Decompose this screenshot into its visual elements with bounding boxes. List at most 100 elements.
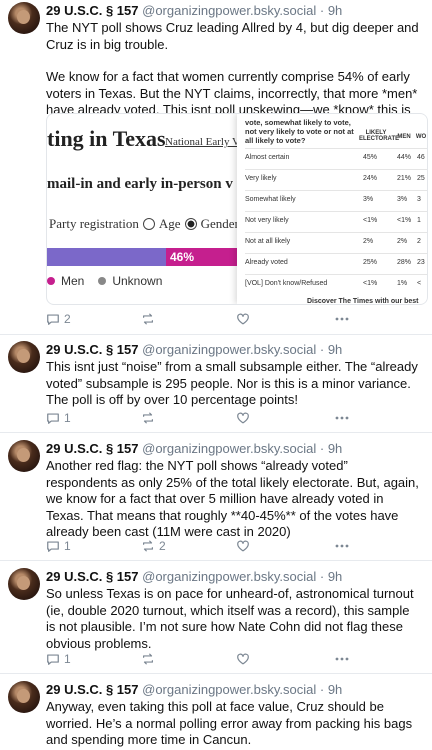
legend-label: Unknown (112, 274, 163, 288)
row-value: 28% (397, 259, 412, 266)
heart-icon (237, 653, 249, 665)
timestamp[interactable]: 9h (328, 569, 342, 584)
author-handle[interactable]: @organizingpower.bsky.social (142, 441, 316, 456)
author-handle[interactable]: @organizingpower.bsky.social (142, 342, 316, 357)
reply-button[interactable]: 1 (46, 538, 71, 554)
timestamp[interactable]: 9h (328, 342, 342, 357)
post-actions: 1 (46, 651, 406, 667)
post-paragraph: The NYT poll shows Cruz leading Allred b… (46, 20, 419, 52)
like-button[interactable] (236, 651, 250, 667)
separator: · (319, 342, 325, 357)
reply-count: 1 (64, 652, 71, 666)
avatar[interactable] (8, 681, 40, 713)
repost-button[interactable] (141, 410, 159, 426)
post-text: So unless Texas is on pace for unheard-o… (46, 586, 422, 652)
author-name[interactable]: 29 U.S.C. § 157 (46, 569, 139, 584)
reply-icon (47, 314, 59, 325)
row-value: 2% (363, 238, 374, 245)
post-paragraph: Another red flag: the NYT poll shows “al… (46, 458, 419, 539)
reply-icon (47, 413, 59, 424)
row-value: 2 (417, 238, 421, 245)
author-handle[interactable]: @organizingpower.bsky.social (142, 569, 316, 584)
table-row: Somewhat likely 3% 3% 3 (245, 190, 427, 209)
author-name[interactable]: 29 U.S.C. § 157 (46, 441, 139, 456)
row-value: 46 (417, 154, 425, 161)
timestamp[interactable]: 9h (328, 682, 342, 697)
separator: · (319, 441, 325, 456)
embed-legend: Men Unknown (47, 274, 162, 288)
divider (0, 432, 432, 433)
heart-icon (237, 412, 249, 424)
bar-segment-women (47, 248, 166, 266)
more-button[interactable] (334, 311, 350, 327)
like-button[interactable] (236, 311, 250, 327)
table-header: WO (415, 134, 427, 140)
table-question: vote, somewhat likely to vote, not very … (245, 118, 354, 145)
table-footer: Discover The Times with our best (307, 298, 419, 305)
more-button[interactable] (334, 538, 350, 554)
radio-label: Age (158, 216, 181, 231)
timestamp[interactable]: 9h (328, 441, 342, 456)
post-text: Another red flag: the NYT poll shows “al… (46, 458, 422, 541)
avatar[interactable] (8, 568, 40, 600)
separator: · (319, 569, 325, 584)
row-label: Almost certain (245, 154, 290, 161)
avatar[interactable] (8, 341, 40, 373)
row-value: <1% (363, 280, 378, 287)
post-header: 29 U.S.C. § 157 @organizingpower.bsky.so… (46, 568, 342, 586)
radio-selected-icon (184, 218, 197, 230)
post-text: Anyway, even taking this poll at face va… (46, 699, 422, 749)
post-paragraph: This isnt just “noise” from a small subs… (46, 359, 418, 407)
more-button[interactable] (334, 410, 350, 426)
post-paragraph: Anyway, even taking this poll at face va… (46, 699, 413, 747)
author-name[interactable]: 29 U.S.C. § 157 (46, 682, 139, 697)
reply-button[interactable]: 1 (46, 651, 71, 667)
table-row: [VOL] Don't know/Refused <1% 1% < (245, 274, 427, 293)
row-label: Not at all likely (245, 238, 291, 245)
like-button[interactable] (236, 538, 250, 554)
embed-radio-group: Party registration Age Gender (49, 216, 239, 232)
divider (0, 560, 432, 561)
timestamp[interactable]: 9h (328, 3, 342, 18)
row-value: 21% (397, 175, 412, 182)
reply-icon (47, 654, 59, 665)
radio-icon (142, 218, 155, 230)
reply-count: 2 (64, 312, 71, 326)
row-value: 25% (363, 259, 378, 266)
like-button[interactable] (236, 410, 250, 426)
post-text: This isnt just “noise” from a small subs… (46, 359, 422, 409)
post-paragraph: So unless Texas is on pace for unheard-o… (46, 586, 414, 651)
table-row: Very likely 24% 21% 25 (245, 169, 427, 188)
repost-icon (143, 412, 153, 424)
reply-button[interactable]: 2 (46, 311, 71, 327)
row-value: 45% (363, 154, 378, 161)
avatar[interactable] (8, 440, 40, 472)
embed-subtitle: mail-in and early in-person v (47, 176, 233, 192)
row-value: 44% (397, 154, 412, 161)
heart-icon (237, 313, 249, 325)
reply-button[interactable]: 1 (46, 410, 71, 426)
post-actions: 1 2 (46, 538, 406, 554)
more-icon (335, 317, 349, 321)
more-icon (335, 657, 349, 661)
row-value: 1% (397, 280, 408, 287)
more-button[interactable] (334, 651, 350, 667)
more-icon (335, 544, 349, 548)
author-name[interactable]: 29 U.S.C. § 157 (46, 3, 139, 18)
row-label: Not very likely (245, 217, 289, 224)
more-icon (335, 416, 349, 420)
avatar[interactable] (8, 2, 40, 34)
repost-button[interactable]: 2 (141, 538, 166, 554)
author-handle[interactable]: @organizingpower.bsky.social (142, 682, 316, 697)
row-value: 1 (417, 217, 421, 224)
embedded-image[interactable]: ting in Texas National Early Vo mail-in … (46, 113, 428, 305)
row-label: Already voted (245, 259, 288, 266)
repost-button[interactable] (141, 311, 159, 327)
row-label: Somewhat likely (245, 196, 296, 203)
post-actions: 1 (46, 410, 406, 426)
table-row: Already voted 25% 28% 23 (245, 253, 427, 272)
legend-dot-unknown (98, 277, 107, 285)
author-handle[interactable]: @organizingpower.bsky.social (142, 3, 316, 18)
author-name[interactable]: 29 U.S.C. § 157 (46, 342, 139, 357)
repost-button[interactable] (141, 651, 159, 667)
